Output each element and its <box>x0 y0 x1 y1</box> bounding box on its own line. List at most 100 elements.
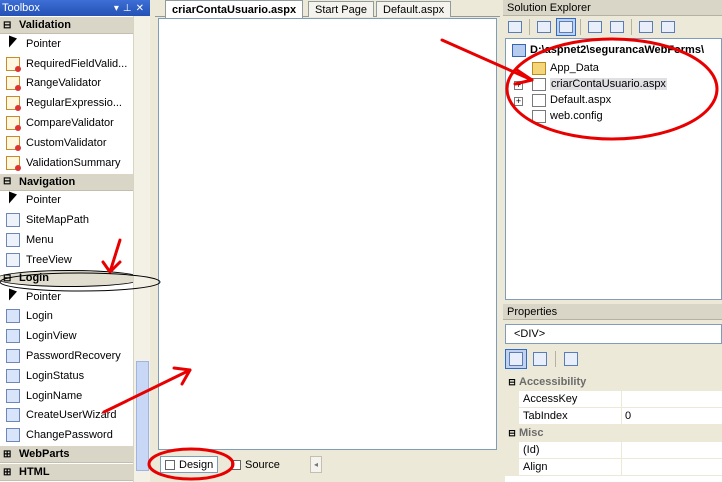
design-surface[interactable] <box>158 18 497 450</box>
source-view-icon <box>231 459 241 470</box>
property-row-align[interactable]: Align <box>505 458 722 476</box>
toolbox-item-label: LoginStatus <box>26 369 85 382</box>
toolbox-title-bar: Toolbox ▾ ⊥ ✕ <box>0 0 150 16</box>
aspx-file-icon <box>532 93 546 107</box>
toolbox-item-pointer[interactable]: Pointer <box>0 287 133 307</box>
toolbox-category-validation[interactable]: ⊟ Validation <box>0 16 133 34</box>
toolbox-item-loginname[interactable]: LoginName <box>0 386 133 406</box>
categorized-button[interactable] <box>505 349 527 369</box>
property-category-accessibility[interactable]: ⊟ Accessibility <box>505 374 722 391</box>
tree-node-label: web.config <box>550 110 603 122</box>
toolbox-item-passwordrecovery[interactable]: PasswordRecovery <box>0 346 133 366</box>
tab-default-aspx[interactable]: Default.aspx <box>376 1 452 17</box>
property-category-misc[interactable]: ⊟ Misc <box>505 425 722 442</box>
auto-hide-pin-icon[interactable]: ⊥ <box>123 3 132 14</box>
toolbox-item-label: ValidationSummary <box>26 156 121 169</box>
collapse-icon[interactable]: ⊟ <box>505 428 519 439</box>
nest-related-files-button[interactable] <box>556 18 576 36</box>
toolbox-scrollbar[interactable] <box>133 16 150 482</box>
toolbox-category-html[interactable]: ⊞ HTML <box>0 463 133 482</box>
toolbox-item-rangevalidator[interactable]: RangeValidator <box>0 74 133 94</box>
tree-root-project[interactable]: D:\aspnet2\segurancaWebForms\ <box>512 42 704 58</box>
toolbox-item-customvalidator[interactable]: CustomValidator <box>0 133 133 153</box>
alphabetical-button[interactable] <box>529 349 551 369</box>
tree-node-web-config[interactable]: web.config <box>532 108 603 124</box>
tree-node-label: App_Data <box>550 62 599 74</box>
expand-icon[interactable]: ⊞ <box>3 467 13 478</box>
close-icon[interactable]: ✕ <box>136 3 144 14</box>
toolbox-item-loginview[interactable]: LoginView <box>0 326 133 346</box>
expand-icon[interactable]: + <box>514 97 523 106</box>
tree-node-label: Default.aspx <box>550 94 612 106</box>
tree-node-app-data[interactable]: App_Data <box>532 60 599 76</box>
view-designer-button[interactable] <box>607 18 627 36</box>
copy-web-site-icon <box>639 21 653 33</box>
object-selector[interactable]: <DIV> <box>505 324 722 344</box>
toolbox-item-loginstatus[interactable]: LoginStatus <box>0 366 133 386</box>
toolbox-item-pointer[interactable]: Pointer <box>0 34 133 54</box>
toolbox-item-requiredfieldvalid[interactable]: RequiredFieldValid... <box>0 54 133 74</box>
toolbox-item-label: PasswordRecovery <box>26 350 121 363</box>
properties-icon <box>508 21 522 33</box>
scroll-left-button[interactable]: ◂ <box>310 456 322 473</box>
toolbox-category-login[interactable]: ⊟ Login <box>0 269 143 287</box>
regular-expression-validator-icon <box>6 96 21 112</box>
property-row-tabindex[interactable]: TabIndex 0 <box>505 407 722 425</box>
toolbox-item-comparevalidator[interactable]: CompareValidator <box>0 113 133 133</box>
login-icon <box>6 309 20 324</box>
refresh-button[interactable] <box>534 18 554 36</box>
asp-net-configuration-button[interactable] <box>658 18 678 36</box>
toolbox-item-menu[interactable]: Menu <box>0 230 133 250</box>
toolbox-scroll-thumb[interactable] <box>136 361 149 471</box>
source-view-button[interactable]: Source <box>227 456 284 473</box>
toolbox-item-label: RangeValidator <box>26 77 102 90</box>
toolbox-item-createuserwizard[interactable]: CreateUserWizard <box>0 406 133 426</box>
property-name: TabIndex <box>519 407 622 425</box>
tab-start-page[interactable]: Start Page <box>308 1 374 17</box>
loginname-icon <box>6 388 20 403</box>
compare-validator-icon <box>6 116 21 132</box>
property-row-accesskey[interactable]: AccessKey <box>505 390 722 408</box>
design-view-button[interactable]: Design <box>160 456 219 473</box>
collapse-icon[interactable]: ⊟ <box>3 176 13 187</box>
property-value[interactable]: 0 <box>622 410 631 422</box>
collapse-icon[interactable]: ⊟ <box>3 273 13 284</box>
view-switcher: Design Source ◂ <box>155 452 500 476</box>
toolbox-item-sitemappath[interactable]: SiteMapPath <box>0 210 133 230</box>
copy-web-site-button[interactable] <box>636 18 656 36</box>
toolbox-item-validationsummary[interactable]: ValidationSummary <box>0 153 133 173</box>
property-row-id[interactable]: (Id) <box>505 441 722 459</box>
property-pages-button[interactable] <box>560 349 582 369</box>
toolbox-item-login[interactable]: Login <box>0 307 133 327</box>
toolbox-item-pointer[interactable]: Pointer <box>0 191 133 211</box>
toolbox-item-regularexpressio[interactable]: RegularExpressio... <box>0 93 133 113</box>
collapse-icon[interactable]: ⊟ <box>505 377 519 388</box>
tree-node-criarcontausuario[interactable]: criarContaUsuario.aspx <box>532 76 667 92</box>
row-indent <box>505 441 519 459</box>
properties-button[interactable] <box>505 18 525 36</box>
design-view-label: Design <box>179 458 214 471</box>
toolbox-category-navigation[interactable]: ⊟ Navigation <box>0 172 133 191</box>
tab-criarcontausuario[interactable]: criarContaUsuario.aspx <box>165 0 304 18</box>
solution-explorer-panel: Solution Explorer D:\aspnet2\segurancaWe… <box>503 0 722 300</box>
toolbox-item-changepassword[interactable]: ChangePassword <box>0 425 133 445</box>
solution-explorer-title: Solution Explorer <box>507 1 591 14</box>
expand-icon[interactable]: + <box>514 81 523 90</box>
category-label: Misc <box>519 427 544 439</box>
window-position-icon[interactable]: ▾ <box>114 3 119 14</box>
toolbox-title: Toolbox <box>2 2 40 14</box>
tree-node-default-aspx[interactable]: Default.aspx <box>532 92 611 108</box>
view-code-button[interactable] <box>585 18 605 36</box>
toolbox-panel: Toolbox ▾ ⊥ ✕ ⊟ Validation Pointer Required… <box>0 0 150 482</box>
treeview-icon <box>6 252 20 267</box>
expand-icon[interactable]: ⊞ <box>3 449 13 460</box>
range-validator-icon <box>6 76 21 92</box>
toolbox-category-webparts[interactable]: ⊞ WebParts <box>0 445 133 464</box>
view-code-icon <box>588 21 602 33</box>
toolbox-item-treeview[interactable]: TreeView <box>0 250 133 270</box>
collapse-icon[interactable]: ⊟ <box>3 20 13 31</box>
tab-label: Start Page <box>315 3 367 16</box>
toolbox-item-label: CreateUserWizard <box>26 409 117 422</box>
view-designer-icon <box>610 21 624 33</box>
toolbox-category-label: Validation <box>19 19 71 31</box>
